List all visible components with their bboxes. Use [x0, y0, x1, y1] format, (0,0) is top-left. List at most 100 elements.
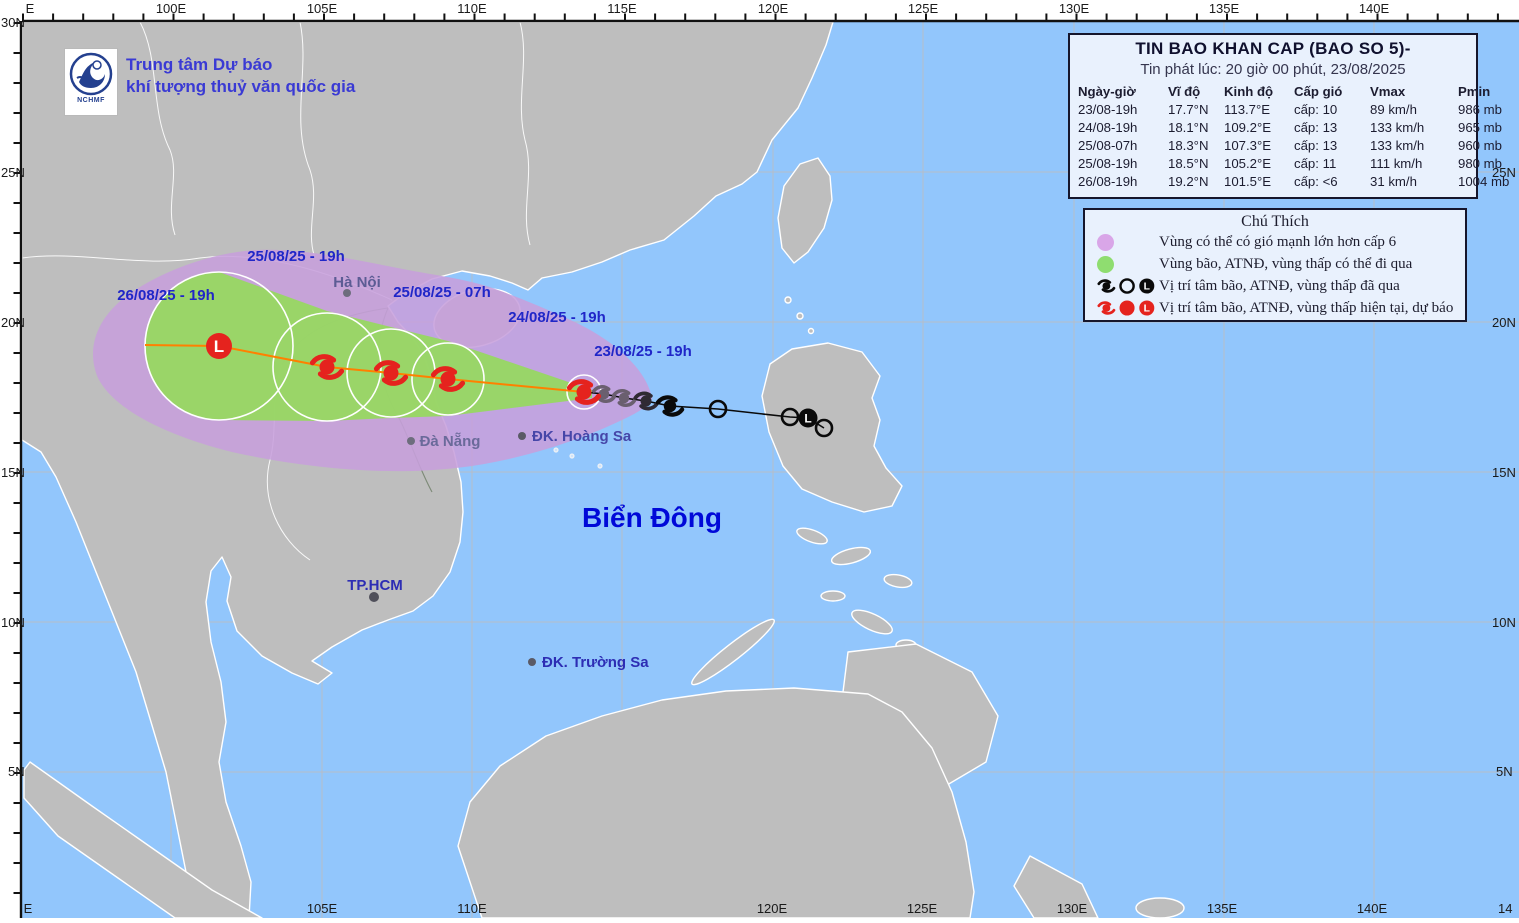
circle-icon-past	[1119, 278, 1135, 294]
svg-text:10N: 10N	[1492, 615, 1516, 630]
svg-text:120E: 120E	[757, 901, 788, 916]
cell: 986 mb	[1458, 102, 1502, 117]
legend-title: Chú Thích	[1241, 213, 1309, 230]
cell: cấp: 13	[1294, 138, 1338, 153]
org-name: Trung tâm Dự báo khí tượng thuỷ văn quốc…	[126, 54, 355, 98]
svg-text:5N: 5N	[1496, 764, 1513, 779]
legend-row: Vùng có thể có gió mạnh lớn hơn cấp 6	[1091, 231, 1459, 253]
svg-text:L: L	[1144, 282, 1150, 293]
cell: 1004 mb	[1458, 174, 1510, 189]
cell: 111 km/h	[1370, 156, 1423, 171]
date-label-25b: 25/08/25 - 19h	[247, 248, 345, 265]
cell: 105.2°E	[1224, 156, 1272, 171]
cell: cấp: 13	[1294, 120, 1338, 135]
svg-text:14: 14	[1498, 901, 1512, 916]
cell: 133 km/h	[1370, 120, 1425, 135]
svg-text:L: L	[1144, 304, 1150, 315]
cell: 25/08-19h	[1078, 156, 1138, 171]
svg-text:135E: 135E	[1209, 1, 1240, 16]
svg-text:20N: 20N	[1, 315, 25, 330]
cell: 101.5°E	[1224, 174, 1272, 189]
cell: 25/08-07h	[1078, 138, 1138, 153]
bulletin-box: TIN BAO KHAN CAP (BAO SO 5)- Tin phát lú…	[1068, 33, 1509, 199]
svg-text:135E: 135E	[1207, 901, 1238, 916]
bulletin-issued-time: Tin phát lúc: 20 giờ 00 phút, 23/08/2025	[1140, 61, 1406, 78]
legend-box: Chú Thích Vùng có thể có gió mạnh lớn hơ…	[1083, 208, 1467, 322]
purple-zone-icon	[1097, 233, 1114, 251]
city-dot-truongsa	[528, 658, 536, 666]
cell: cấp: <6	[1294, 174, 1338, 189]
svg-text:140E: 140E	[1359, 1, 1390, 16]
svg-text:25N: 25N	[1, 165, 25, 180]
col-header: Kinh độ	[1224, 84, 1274, 99]
past-low-icon: L	[798, 408, 818, 428]
forecast-low-icon: L	[206, 333, 232, 359]
date-label-24: 24/08/25 - 19h	[508, 309, 606, 326]
svg-text:130E: 130E	[1057, 901, 1088, 916]
nchmf-logo-icon	[69, 52, 113, 96]
island	[807, 327, 815, 335]
svg-text:5N: 5N	[8, 764, 25, 779]
org-name-line2: khí tượng thuỷ văn quốc gia	[126, 77, 356, 96]
cell: 113.7°E	[1224, 102, 1271, 117]
circle-icon-forecast	[1119, 300, 1135, 316]
city-label-truongsa: ĐK. Trường Sa	[542, 654, 649, 671]
svg-text:100E: 100E	[156, 1, 187, 16]
col-header: Vmax	[1370, 84, 1406, 99]
cell: 24/08-19h	[1078, 120, 1138, 135]
branding-block: NCHMF Trung tâm Dự báo khí tượng thuỷ vă…	[64, 48, 484, 118]
svg-text:105E: 105E	[307, 1, 338, 16]
forecast-table: Ngày-giờ Vĩ độ Kinh độ Cấp gió Vmax Pmin…	[1078, 83, 1509, 191]
cell: cấp: 11	[1294, 156, 1337, 171]
svg-text:L: L	[804, 412, 811, 426]
svg-text:140E: 140E	[1357, 901, 1388, 916]
typhoon-icon-past	[1097, 279, 1116, 293]
city-label-hoangsa: ĐK. Hoàng Sa	[532, 428, 632, 445]
svg-text:30N: 30N	[1, 15, 25, 30]
col-header: Cấp gió	[1294, 84, 1343, 99]
svg-text:105E: 105E	[307, 901, 338, 916]
cell: 19.2°N	[1168, 174, 1209, 189]
nchmf-logo-label: NCHMF	[77, 97, 105, 104]
cell: 980 mb	[1458, 156, 1502, 171]
legend-row: L Vị trí tâm bão, ATNĐ, vùng thấp hiện t…	[1091, 297, 1459, 319]
svg-text:120E: 120E	[758, 1, 789, 16]
city-dot-danang	[407, 437, 415, 445]
weather-bulletin-screenshot: { "branding": { "org_line1": "Trung tâm …	[0, 0, 1519, 919]
svg-text:130E: 130E	[1059, 1, 1090, 16]
past-position-icons: L	[1097, 278, 1155, 294]
city-label-danang: Đà Nẵng	[420, 433, 481, 450]
svg-text:15N: 15N	[1492, 465, 1516, 480]
cell: 109.2°E	[1224, 120, 1272, 135]
cell: 18.5°N	[1168, 156, 1209, 171]
date-label-25a: 25/08/25 - 07h	[393, 284, 491, 301]
cell: 133 km/h	[1370, 138, 1425, 153]
org-name-line1: Trung tâm Dự báo	[126, 55, 273, 74]
svg-text:115E: 115E	[607, 1, 637, 16]
svg-text:L: L	[214, 337, 224, 356]
nchmf-logo: NCHMF	[64, 48, 118, 116]
svg-text:E: E	[26, 1, 35, 16]
date-label-23: 23/08/25 - 19h	[594, 343, 692, 360]
cell: 965 mb	[1458, 120, 1502, 135]
cell: 18.3°N	[1168, 138, 1209, 153]
cell: 960 mb	[1458, 138, 1502, 153]
svg-text:10N: 10N	[1, 615, 25, 630]
cell: 23/08-19h	[1078, 102, 1138, 117]
legend-row: Vùng bão, ATNĐ, vùng thấp có thể đi qua	[1091, 253, 1459, 275]
svg-text:15N: 15N	[1, 465, 25, 480]
legend-label: Vùng có thể có gió mạnh lớn hơn cấp 6	[1159, 233, 1397, 250]
svg-text:125E: 125E	[907, 901, 938, 916]
city-label-hcm: TP.HCM	[347, 577, 403, 594]
cell: 89 km/h	[1370, 102, 1417, 117]
typhoon-icon-forecast	[1097, 301, 1116, 315]
legend-label: Vị trí tâm bão, ATNĐ, vùng thấp hiện tại…	[1159, 299, 1454, 316]
legend-row: L Vị trí tâm bão, ATNĐ, vùng thấp đã qua	[1091, 275, 1459, 297]
map-stage: L L Hà Nội Đà Nẵng ĐK. Hoàng Sa TP.HCM Đ…	[0, 0, 1519, 919]
island	[784, 296, 792, 304]
cell: 26/08-19h	[1078, 174, 1138, 189]
city-dot-hoangsa	[518, 432, 526, 440]
cell: 31 km/h	[1370, 174, 1417, 189]
svg-text:125E: 125E	[908, 1, 939, 16]
date-label-26: 26/08/25 - 19h	[117, 287, 215, 304]
